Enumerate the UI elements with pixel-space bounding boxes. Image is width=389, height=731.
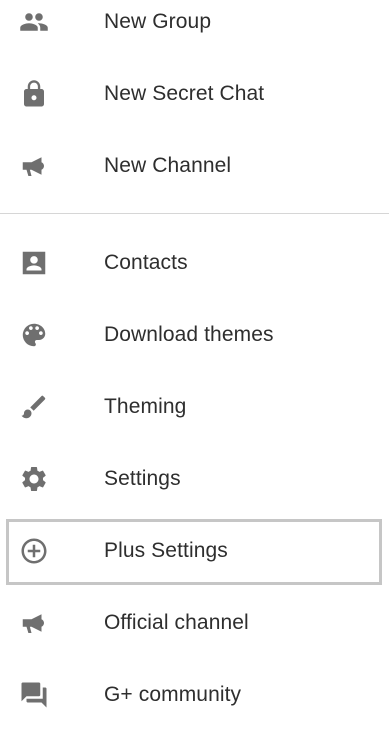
megaphone-icon <box>16 605 52 641</box>
menu-item-new-group[interactable]: New Group <box>0 0 389 58</box>
gear-icon <box>16 461 52 497</box>
add-circle-icon <box>16 533 52 569</box>
menu-item-new-secret-chat[interactable]: New Secret Chat <box>0 58 389 130</box>
brush-icon <box>16 389 52 425</box>
menu-item-download-themes[interactable]: Download themes <box>0 299 389 371</box>
menu-item-label: Theming <box>104 395 187 418</box>
megaphone-icon <box>16 148 52 184</box>
menu-divider <box>0 213 389 214</box>
menu-item-label: New Channel <box>104 154 232 177</box>
contact-card-icon <box>16 245 52 281</box>
menu-item-label: Download themes <box>104 323 274 346</box>
menu-item-label: G+ community <box>104 683 242 706</box>
menu-item-plus-settings[interactable]: Plus Settings <box>0 515 389 587</box>
menu-item-label: Contacts <box>104 251 188 274</box>
menu-item-theming[interactable]: Theming <box>0 371 389 443</box>
menu-item-label: Plus Settings <box>104 539 228 562</box>
menu-item-new-channel[interactable]: New Channel <box>0 130 389 202</box>
menu-item-gplus-community[interactable]: G+ community <box>0 659 389 731</box>
menu-item-label: New Group <box>104 10 212 33</box>
palette-icon <box>16 317 52 353</box>
forum-icon <box>16 677 52 713</box>
menu-item-label: Official channel <box>104 611 249 634</box>
lock-icon <box>16 76 52 112</box>
group-icon <box>16 4 52 40</box>
menu-item-label: Settings <box>104 467 181 490</box>
menu-item-official-channel[interactable]: Official channel <box>0 587 389 659</box>
menu-item-settings[interactable]: Settings <box>0 443 389 515</box>
menu-item-contacts[interactable]: Contacts <box>0 227 389 299</box>
menu-item-label: New Secret Chat <box>104 82 265 105</box>
